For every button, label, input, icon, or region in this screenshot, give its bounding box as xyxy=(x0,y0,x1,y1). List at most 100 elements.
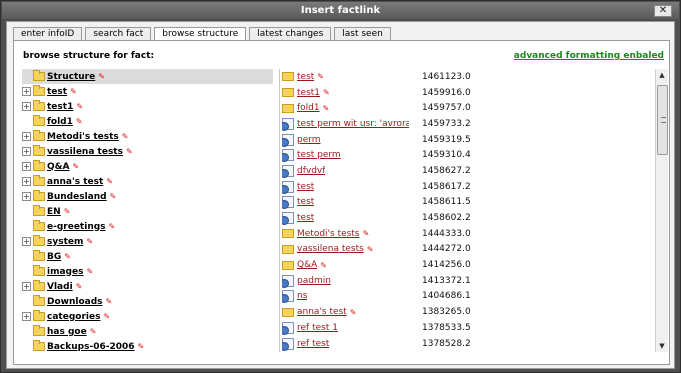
tree-item[interactable]: + Metodi's tests ✎ xyxy=(22,129,275,144)
tree-item-label[interactable]: Vladi xyxy=(47,282,73,292)
list-item-label[interactable]: test xyxy=(297,197,314,207)
tree-item-label[interactable]: images xyxy=(47,267,83,277)
tree-item[interactable]: + Q&A ✎ xyxy=(22,159,275,174)
pin-icon[interactable]: ✎ xyxy=(86,237,93,246)
pin-icon[interactable]: ✎ xyxy=(76,102,83,111)
pin-icon[interactable]: ✎ xyxy=(317,72,324,81)
tree-item[interactable]: + test ✎ xyxy=(22,84,275,99)
tree-item-label[interactable]: BG xyxy=(47,252,61,262)
tree-item[interactable]: Backups-06-2006 ✎ xyxy=(22,339,275,352)
expand-icon[interactable]: + xyxy=(22,162,31,171)
pin-icon[interactable]: ✎ xyxy=(70,87,77,96)
pin-icon[interactable]: ✎ xyxy=(103,312,110,321)
tree-item-label[interactable]: fold1 xyxy=(47,117,73,127)
tree-item[interactable]: Structure ✎ xyxy=(22,69,273,84)
tree-item[interactable]: e-greetings ✎ xyxy=(22,219,275,234)
list-item-label[interactable]: Metodi's tests xyxy=(297,229,360,239)
pin-icon[interactable]: ✎ xyxy=(98,72,105,81)
list-item-label[interactable]: fold1 xyxy=(297,103,320,113)
tree-item-label[interactable]: test1 xyxy=(47,102,73,112)
tree-item[interactable]: + vassilena tests ✎ xyxy=(22,144,275,159)
list-item[interactable]: dfvdvf 1458627.2 xyxy=(282,163,655,179)
list-item[interactable]: test perm 1459310.4 xyxy=(282,147,655,163)
pin-icon[interactable]: ✎ xyxy=(86,267,93,276)
tab-last-seen[interactable]: last seen xyxy=(334,27,391,41)
pin-icon[interactable]: ✎ xyxy=(320,261,327,270)
tree-item[interactable]: + Vladi ✎ xyxy=(22,279,275,294)
list-item-label[interactable]: test xyxy=(297,72,314,82)
pin-icon[interactable]: ✎ xyxy=(350,308,357,317)
list-item-label[interactable]: anna's test xyxy=(297,307,347,317)
tree-item[interactable]: + test1 ✎ xyxy=(22,99,275,114)
list-item[interactable]: Q&A ✎ 1414256.0 xyxy=(282,257,655,273)
tree-item-label[interactable]: Backups-06-2006 xyxy=(47,342,135,352)
expand-icon[interactable]: + xyxy=(22,282,31,291)
tree-item-label[interactable]: anna's test xyxy=(47,177,103,187)
pin-icon[interactable]: ✎ xyxy=(106,297,113,306)
list-item-label[interactable]: perm xyxy=(297,135,321,145)
tab-latest-changes[interactable]: latest changes xyxy=(249,27,332,41)
tree-item-label[interactable]: Q&A xyxy=(47,162,69,172)
tab-enter-infoid[interactable]: enter infoID xyxy=(13,27,83,41)
tree-item-label[interactable]: system xyxy=(47,237,83,247)
tree-item[interactable]: BG ✎ xyxy=(22,249,275,264)
tree-item-label[interactable]: EN xyxy=(47,207,61,217)
tree-item-label[interactable]: has goe xyxy=(47,327,87,337)
expand-icon[interactable]: + xyxy=(22,237,31,246)
scroll-thumb[interactable] xyxy=(657,85,668,155)
tree-item[interactable]: + system ✎ xyxy=(22,234,275,249)
list-item-label[interactable]: test xyxy=(297,213,314,223)
list-item[interactable]: padmin 1413372.1 xyxy=(282,273,655,289)
tree-item[interactable]: EN ✎ xyxy=(22,204,275,219)
list-item-label[interactable]: Q&A xyxy=(297,260,317,270)
list-item-label[interactable]: test xyxy=(297,182,314,192)
list-item-label[interactable]: ref test 1 xyxy=(297,323,338,333)
dialog-titlebar[interactable]: Insert factlink ✕ xyxy=(2,2,679,19)
expand-icon[interactable]: + xyxy=(22,147,31,156)
tree-item-label[interactable]: e-greetings xyxy=(47,222,106,232)
pin-icon[interactable]: ✎ xyxy=(90,327,97,336)
list-item[interactable]: anna's test ✎ 1383265.0 xyxy=(282,304,655,320)
vertical-scrollbar[interactable]: ▲ ▼ xyxy=(655,69,668,352)
pin-icon[interactable]: ✎ xyxy=(323,88,330,97)
pin-icon[interactable]: ✎ xyxy=(138,342,145,351)
expand-icon[interactable]: + xyxy=(22,192,31,201)
pin-icon[interactable]: ✎ xyxy=(76,282,83,291)
list-item[interactable]: vassilena tests ✎ 1444272.0 xyxy=(282,242,655,258)
scroll-down-icon[interactable]: ▼ xyxy=(656,340,668,352)
list-item[interactable]: ns 1404686.1 xyxy=(282,289,655,305)
pin-icon[interactable]: ✎ xyxy=(64,207,71,216)
advanced-formatting-link[interactable]: advanced formatting enbaled xyxy=(514,51,664,61)
list-item-label[interactable]: ns xyxy=(297,291,307,301)
expand-icon[interactable]: + xyxy=(22,132,31,141)
list-item[interactable]: test 1458617.2 xyxy=(282,179,655,195)
pin-icon[interactable]: ✎ xyxy=(323,104,330,113)
list-item[interactable]: ref test 1 1378533.5 xyxy=(282,320,655,336)
list-item-label[interactable]: test perm wit usr: 'avrora_gea' xyxy=(297,119,409,129)
tree-item[interactable]: has goe ✎ xyxy=(22,324,275,339)
list-item[interactable]: ref test 1378528.2 xyxy=(282,336,655,352)
expand-icon[interactable]: + xyxy=(22,177,31,186)
pin-icon[interactable]: ✎ xyxy=(367,245,374,254)
pin-icon[interactable]: ✎ xyxy=(109,222,116,231)
pin-icon[interactable]: ✎ xyxy=(106,177,113,186)
pin-icon[interactable]: ✎ xyxy=(64,252,71,261)
pin-icon[interactable]: ✎ xyxy=(122,132,129,141)
tree-item-label[interactable]: Metodi's tests xyxy=(47,132,119,142)
list-item[interactable]: test ✎ 1461123.0 xyxy=(282,69,655,85)
tree-item[interactable]: Downloads ✎ xyxy=(22,294,275,309)
list-item-label[interactable]: ref test xyxy=(297,339,329,349)
list-item[interactable]: Metodi's tests ✎ 1444333.0 xyxy=(282,226,655,242)
expand-icon[interactable]: + xyxy=(22,102,31,111)
list-item-label[interactable]: vassilena tests xyxy=(297,244,364,254)
list-item-label[interactable]: padmin xyxy=(297,276,331,286)
tree-item-label[interactable]: Structure xyxy=(47,72,95,82)
tree-item-label[interactable]: test xyxy=(47,87,67,97)
tree-item-label[interactable]: Downloads xyxy=(47,297,103,307)
list-item-label[interactable]: test1 xyxy=(297,88,320,98)
list-item[interactable]: test 1458602.2 xyxy=(282,210,655,226)
list-item[interactable]: perm 1459319.5 xyxy=(282,132,655,148)
scroll-up-icon[interactable]: ▲ xyxy=(656,69,668,81)
list-item[interactable]: test perm wit usr: 'avrora_gea' 1459733.2 xyxy=(282,116,655,132)
list-item[interactable]: fold1 ✎ 1459757.0 xyxy=(282,100,655,116)
